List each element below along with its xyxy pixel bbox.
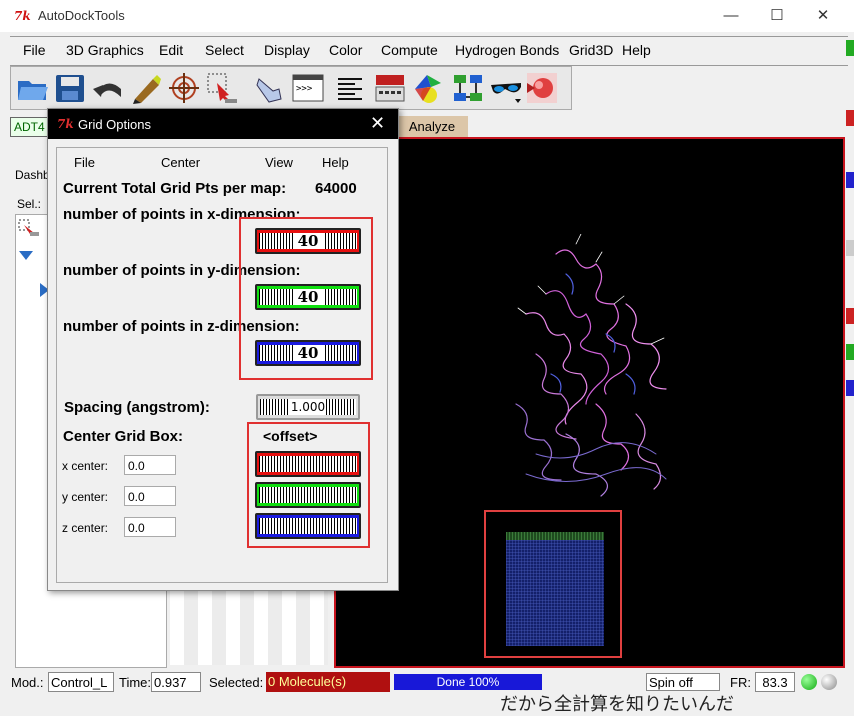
edge-widget xyxy=(846,40,854,56)
x-points-value: 40 xyxy=(297,232,319,250)
selection-label: Sel.: xyxy=(17,197,42,211)
y-points-wheel[interactable]: 40 xyxy=(255,284,361,310)
menu-hydrogen-bonds[interactable]: Hydrogen Bonds xyxy=(455,42,559,58)
x-offset-wheel[interactable] xyxy=(255,451,361,477)
menu-select[interactable]: Select xyxy=(205,42,244,58)
window-title: AutoDockTools xyxy=(38,8,125,23)
dialog-menu-view[interactable]: View xyxy=(265,155,293,170)
menu-file[interactable]: File xyxy=(23,42,46,58)
dialog-menu-center[interactable]: Center xyxy=(161,155,200,170)
toolbar: >>> xyxy=(10,66,572,110)
edge-widget xyxy=(846,380,854,396)
total-points-label: Current Total Grid Pts per map: xyxy=(63,180,287,197)
edge-widget xyxy=(846,240,854,256)
dialog-close-button[interactable]: ✕ xyxy=(370,113,385,134)
spacing-label: Spacing (angstrom): xyxy=(64,399,210,416)
close-button[interactable]: ✕ xyxy=(802,3,844,29)
open-folder-icon[interactable] xyxy=(15,71,49,105)
z-center-input[interactable]: 0.0 xyxy=(124,517,176,537)
window-titlebar: 7k AutoDockTools — ☐ ✕ xyxy=(0,0,854,32)
time-value: 0.937 xyxy=(151,672,201,692)
undo-icon[interactable] xyxy=(91,71,125,105)
menu-color[interactable]: Color xyxy=(329,42,362,58)
tab-analyze[interactable]: Analyze xyxy=(396,116,468,138)
dialog-menu-help[interactable]: Help xyxy=(322,155,349,170)
menu-compute[interactable]: Compute xyxy=(381,42,438,58)
pencil-icon[interactable] xyxy=(129,71,163,105)
z-points-wheel[interactable]: 40 xyxy=(255,340,361,366)
minimize-button[interactable]: — xyxy=(710,3,752,29)
tk-logo-icon: 7k xyxy=(14,9,31,23)
target-icon[interactable] xyxy=(167,71,201,105)
spacing-value: 1.000 xyxy=(290,400,326,414)
menu-bar: File 3D Graphics Edit Select Display Col… xyxy=(10,36,848,66)
edge-widget xyxy=(846,308,854,324)
z-points-value: 40 xyxy=(297,344,319,362)
y-center-input[interactable]: 0.0 xyxy=(124,486,176,506)
total-points-value: 64000 xyxy=(315,180,357,197)
y-offset-wheel[interactable] xyxy=(255,482,361,508)
progress-bar: Done 100% xyxy=(394,674,542,690)
python-shell-icon[interactable]: >>> xyxy=(291,71,325,105)
y-points-value: 40 xyxy=(297,288,319,306)
tk-logo-icon: 7k xyxy=(57,117,74,131)
network-icon[interactable] xyxy=(451,71,485,105)
z-center-label: z center: xyxy=(62,521,109,535)
spin-menu[interactable]: Spin off xyxy=(646,673,720,691)
panel-stripes xyxy=(170,590,328,665)
edge-widget xyxy=(846,172,854,188)
fr-label: FR: xyxy=(730,675,751,690)
hand-pointer-icon[interactable] xyxy=(251,71,285,105)
select-arrow-icon[interactable] xyxy=(205,71,239,105)
select-tool-icon[interactable] xyxy=(18,219,40,240)
z-offset-wheel[interactable] xyxy=(255,513,361,539)
grid-box-highlight xyxy=(484,510,622,658)
edge-widget xyxy=(846,110,854,126)
measure-icon[interactable] xyxy=(373,71,407,105)
mod-label: Mod.: xyxy=(11,675,44,690)
time-label: Time: xyxy=(119,675,152,690)
svg-text:>>>: >>> xyxy=(296,84,313,94)
menu-grid3d[interactable]: Grid3D xyxy=(569,42,613,58)
dashboard-label: Dashb xyxy=(15,168,50,182)
expand-triangle-icon[interactable] xyxy=(19,251,33,260)
x-center-label: x center: xyxy=(62,459,109,473)
dialog-menu-file[interactable]: File xyxy=(74,155,95,170)
grid-options-dialog: 7k Grid Options ✕ File Center View Help … xyxy=(47,108,399,591)
status-light-green-icon xyxy=(801,674,817,690)
save-icon[interactable] xyxy=(53,71,87,105)
dialog-titlebar: 7k Grid Options ✕ xyxy=(48,109,398,139)
grid-box xyxy=(506,540,604,646)
edge-widget xyxy=(846,344,854,360)
selected-value[interactable]: 0 Molecule(s) xyxy=(266,672,390,692)
y-center-label: y center: xyxy=(62,490,109,504)
center-grid-label: Center Grid Box: xyxy=(63,428,184,445)
spacing-wheel[interactable]: 1.000 xyxy=(256,394,360,420)
render-icon[interactable] xyxy=(525,71,559,105)
color-shapes-icon[interactable] xyxy=(411,71,445,105)
status-light-gray-icon xyxy=(821,674,837,690)
menu-display[interactable]: Display xyxy=(264,42,310,58)
dialog-title: Grid Options xyxy=(78,117,151,132)
align-text-icon[interactable] xyxy=(333,71,367,105)
overlay-caption: だから全計算を知りたいんだ xyxy=(500,694,734,714)
menu-edit[interactable]: Edit xyxy=(159,42,183,58)
menu-help[interactable]: Help xyxy=(622,42,651,58)
selected-label: Selected: xyxy=(209,675,264,690)
offset-label: <offset> xyxy=(263,428,318,444)
molecule-render xyxy=(515,234,667,497)
x-center-input[interactable]: 0.0 xyxy=(124,455,176,475)
frame-rate-value: 83.3 xyxy=(755,672,795,692)
x-points-wheel[interactable]: 40 xyxy=(255,228,361,254)
mod-value: Control_L xyxy=(48,672,114,692)
stereo-glasses-icon[interactable] xyxy=(489,71,523,105)
maximize-button[interactable]: ☐ xyxy=(756,3,798,29)
menu-3d-graphics[interactable]: 3D Graphics xyxy=(66,42,144,58)
